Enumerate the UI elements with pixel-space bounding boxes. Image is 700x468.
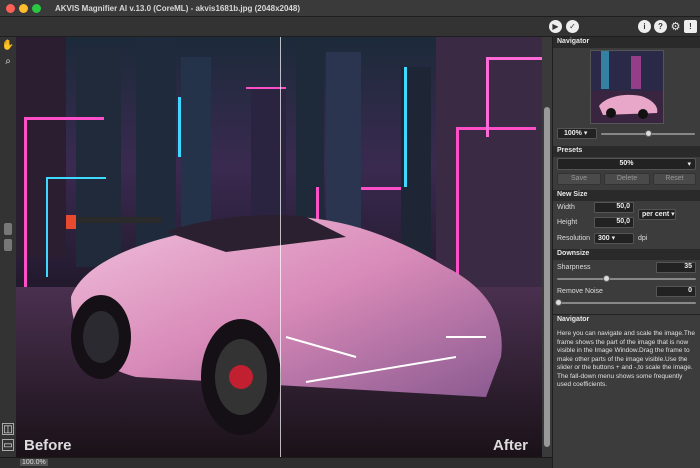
help-header: Navigator (553, 314, 700, 325)
zoom-value: 100% (564, 130, 582, 137)
window-close-button[interactable] (6, 4, 15, 13)
downsize-header: Downsize (553, 249, 700, 260)
window-title: AKVIS Magnifier AI v.13.0 (CoreML) - akv… (55, 4, 300, 13)
zoom-slider-knob[interactable] (645, 130, 652, 137)
after-label: After (493, 437, 529, 454)
before-label: Before (24, 437, 72, 454)
presets-header: Presets (553, 146, 700, 157)
scrollbar-thumb[interactable] (544, 107, 550, 447)
save-preset-button[interactable]: Save (557, 173, 601, 185)
help-icon[interactable]: ? (654, 20, 667, 33)
navigator-preview[interactable] (590, 50, 664, 124)
toolbar: ▶ ✓ i ? ⚙ ! (0, 17, 700, 37)
width-label: Width (557, 204, 575, 211)
side-handle-icon[interactable] (4, 239, 12, 251)
status-bar: 100.0% (0, 457, 552, 468)
zoom-select[interactable]: 100% ▾ (557, 128, 597, 139)
sharpness-input[interactable]: 35 (656, 262, 696, 273)
unit-value: per cent (642, 211, 670, 218)
zoom-tool-icon[interactable]: ⌕ (2, 55, 14, 67)
checkmark-icon[interactable]: ✓ (566, 20, 579, 33)
presets-select[interactable]: 50% ▾ (557, 158, 696, 170)
window-zoom-button[interactable] (32, 4, 41, 13)
remove-noise-input[interactable]: 0 (656, 286, 696, 297)
width-input[interactable]: 50,0 (594, 202, 634, 213)
chevron-down-icon: ▾ (687, 161, 691, 168)
sharpness-slider[interactable] (557, 278, 696, 280)
sharpness-label: Sharpness (557, 264, 591, 271)
height-label: Height (557, 219, 578, 226)
image-window[interactable]: Before After (16, 37, 542, 457)
help-text: Here you can navigate and scale the imag… (557, 330, 696, 388)
split-view-icon[interactable]: ◫ (2, 423, 14, 435)
split-divider[interactable] (280, 37, 281, 457)
hand-tool-icon[interactable]: ✋ (2, 39, 14, 51)
settings-panel: Navigator 100% ▾ Presets 50% ▾ Save Delet… (552, 37, 700, 468)
navigator-thumbnail (591, 51, 663, 123)
resolution-unit: dpi (638, 235, 648, 242)
remove-noise-label: Remove Noise (557, 288, 603, 295)
presets-value: 50% (619, 160, 634, 167)
tool-column: ✋ ⌕ ◫ ▭ (0, 37, 16, 468)
resolution-label: Resolution (557, 235, 591, 242)
delete-preset-button[interactable]: Delete (604, 173, 650, 185)
vertical-scrollbar[interactable] (542, 37, 552, 457)
side-handle-icon[interactable] (4, 223, 12, 235)
single-view-icon[interactable]: ▭ (2, 439, 14, 451)
unit-select[interactable]: per cent ▾ (638, 209, 676, 220)
gear-icon[interactable]: ⚙ (669, 20, 682, 33)
resolution-select[interactable]: 300 ▾ (594, 233, 634, 244)
remove-noise-slider[interactable] (557, 302, 696, 304)
height-input[interactable]: 50,0 (594, 217, 634, 228)
reset-preset-button[interactable]: Reset (653, 173, 696, 185)
car-image (16, 37, 542, 457)
navigator-header: Navigator (553, 37, 700, 48)
resolution-value: 300 (598, 235, 610, 242)
sharpness-slider-knob[interactable] (603, 275, 610, 282)
title-bar: AKVIS Magnifier AI v.13.0 (CoreML) - akv… (0, 0, 700, 17)
info-icon[interactable]: i (638, 20, 651, 33)
remove-noise-slider-knob[interactable] (555, 299, 562, 306)
window-minimize-button[interactable] (19, 4, 28, 13)
new-size-header: New Size (553, 190, 700, 201)
play-icon[interactable]: ▶ (549, 20, 562, 33)
zoom-status: 100.0% (20, 459, 48, 466)
notice-icon[interactable]: ! (684, 20, 697, 33)
